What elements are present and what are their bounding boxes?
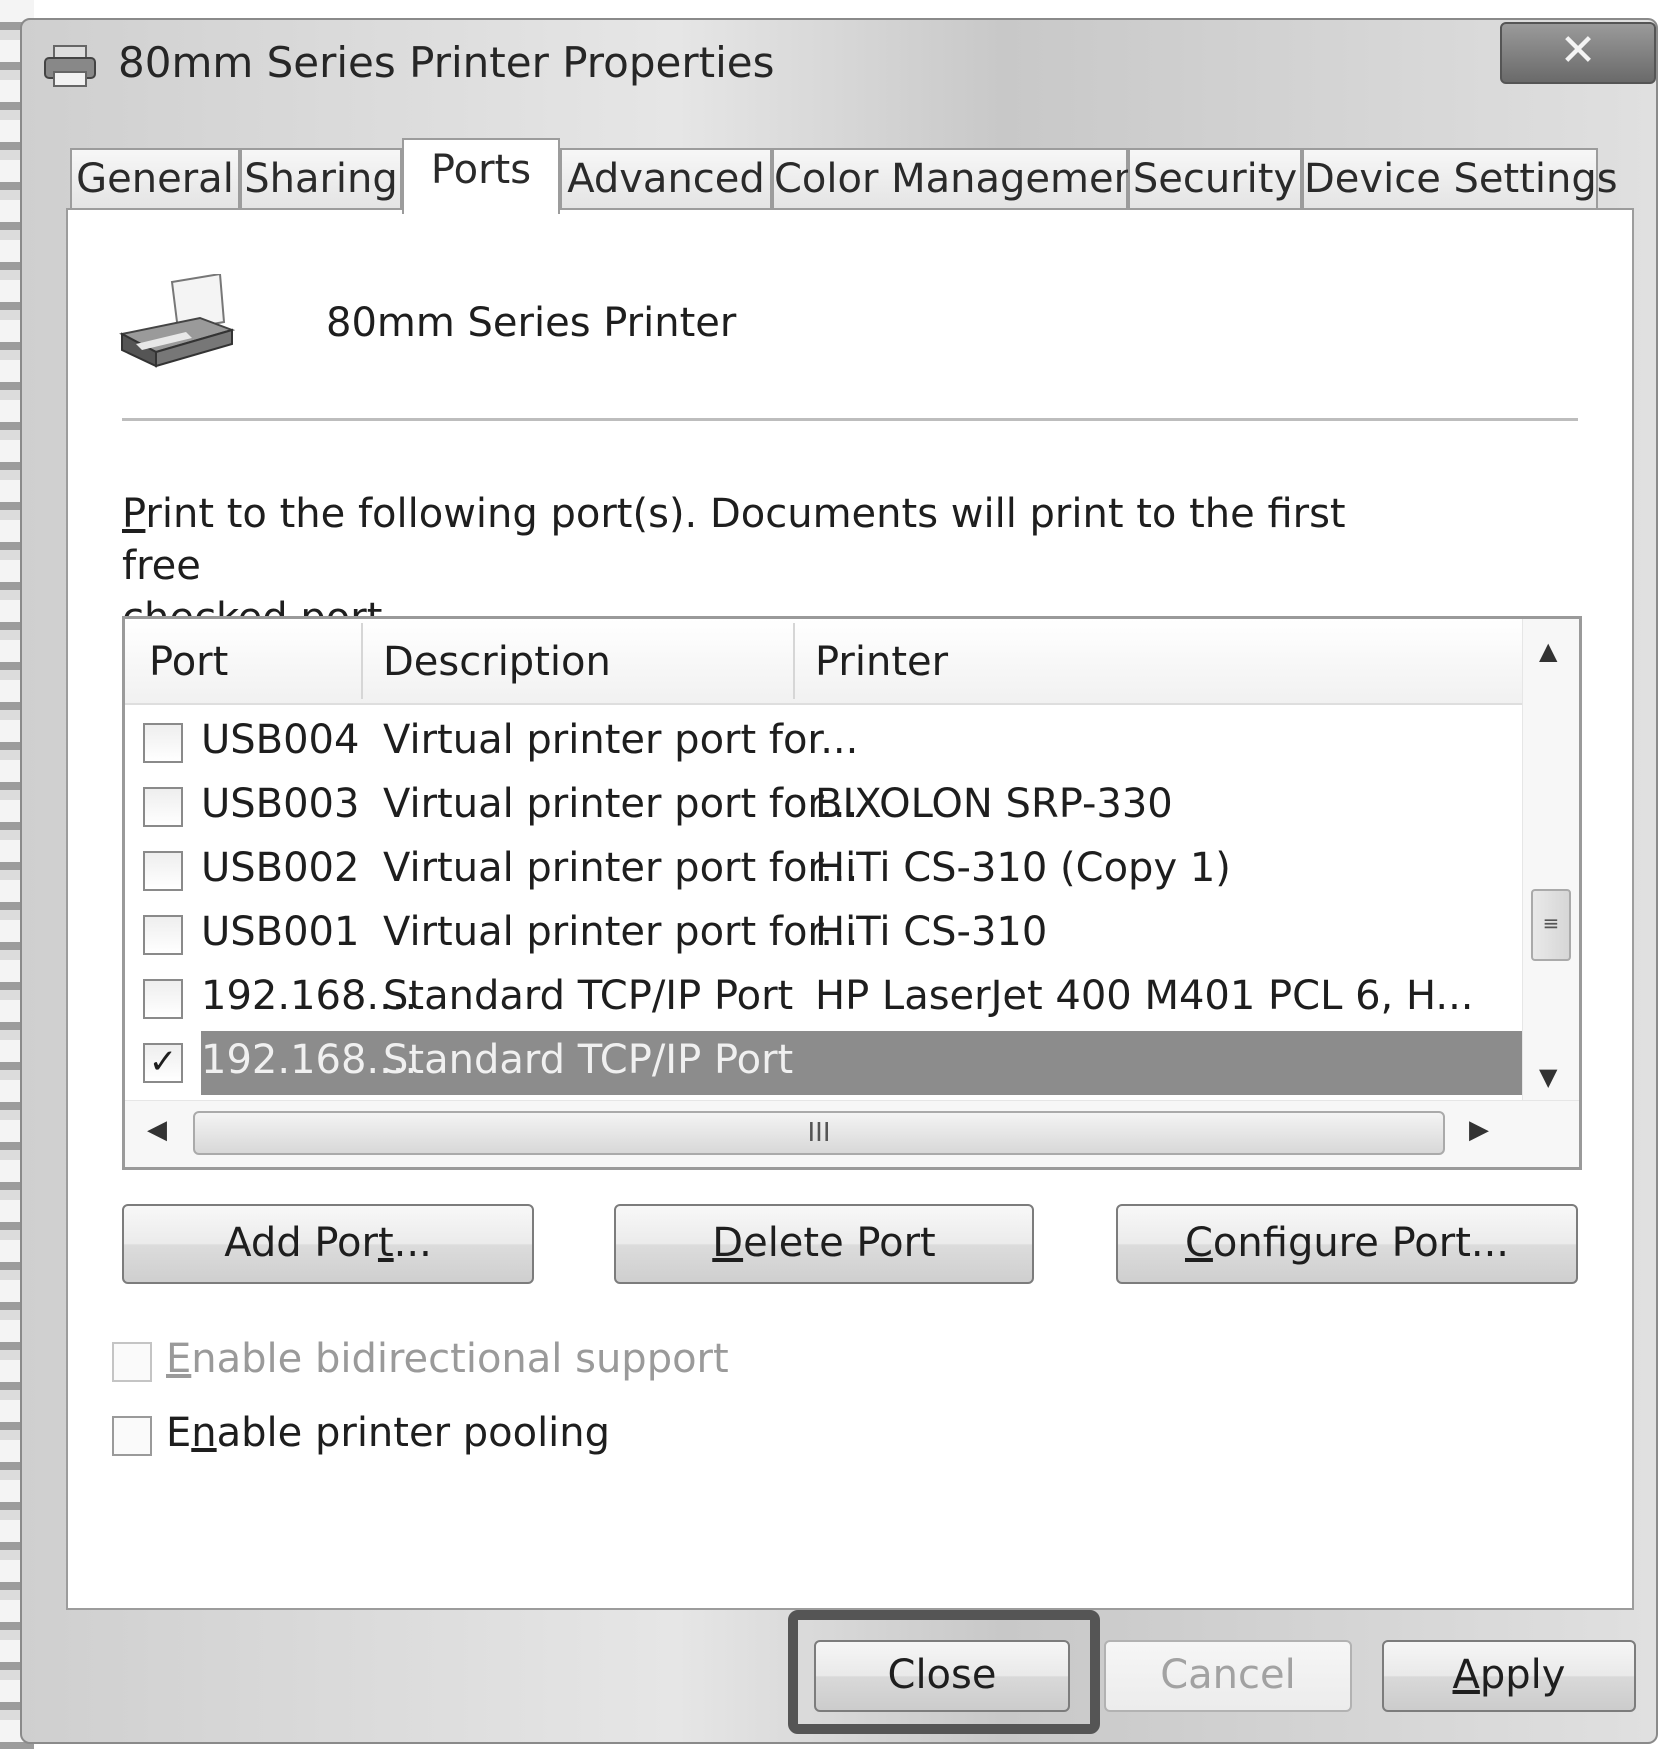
description-cell: Virtual printer port for... [383,845,859,891]
vertical-scrollbar[interactable]: ▲ ≡ ▼ [1522,619,1579,1103]
button-label: onfigure Port... [1212,1220,1510,1266]
horizontal-scrollbar[interactable]: ◀ III ▶ [125,1100,1579,1167]
column-divider[interactable] [793,623,795,699]
option-label: able printer pooling [216,1410,611,1456]
horizontal-scroll-thumb[interactable]: III [193,1111,1445,1155]
option-label: E [166,1410,192,1456]
printer-cell: BIXOLON SRP-330 [815,781,1173,827]
apply-button[interactable]: Apply [1382,1640,1636,1712]
button-label: elete Port [743,1220,936,1266]
port-cell: USB002 [201,845,360,891]
tab-sharing[interactable]: Sharing [240,148,402,208]
column-header-description[interactable]: Description [383,639,611,685]
printer-cell: HiTi CS-310 [815,909,1048,955]
button-mnemonic: t [377,1220,394,1266]
vertical-scroll-thumb[interactable]: ≡ [1531,889,1571,961]
button-label: pply [1479,1652,1566,1698]
button-mnemonic: D [712,1220,744,1266]
table-row[interactable]: USB001 Virtual printer port for... HiTi … [125,903,1525,967]
printer-pooling-checkbox[interactable] [112,1416,152,1456]
instruction-text: rint to the following port(s). Documents… [122,491,1346,589]
column-header-port[interactable]: Port [149,639,228,685]
port-checkbox[interactable] [143,851,183,891]
printer-name: 80mm Series Printer [326,300,737,346]
printer-large-icon [119,274,236,368]
port-checkbox[interactable] [143,915,183,955]
port-checkbox-checked[interactable]: ✓ [143,1043,183,1083]
tab-color-management[interactable]: Color Management [772,148,1155,208]
port-checkbox[interactable] [143,979,183,1019]
ports-list-header: Port Description Printer [125,619,1525,705]
table-row[interactable]: 192.168.... Standard TCP/IP Port HP Lase… [125,967,1525,1031]
description-cell: Virtual printer port for... [383,717,859,763]
printer-icon [44,45,96,87]
port-cell: USB003 [201,781,360,827]
button-mnemonic: A [1452,1652,1480,1698]
port-checkbox[interactable] [143,723,183,763]
tab-ports[interactable]: Ports [402,138,560,214]
button-mnemonic: C [1184,1220,1213,1266]
tab-security[interactable]: Security [1128,148,1302,208]
window-close-button[interactable]: ✕ [1500,22,1656,84]
ports-list[interactable]: Port Description Printer USB004 Virtual … [122,616,1582,1170]
configure-port-button[interactable]: Configure Port... [1116,1204,1578,1284]
tab-general[interactable]: General [70,148,240,208]
scroll-down-arrow-icon[interactable]: ▼ [1539,1063,1557,1091]
column-header-printer[interactable]: Printer [815,639,948,685]
ports-tab-panel: 80mm Series Printer Print to the followi… [66,208,1634,1610]
tab-device-settings[interactable]: Device Settings [1302,148,1618,208]
bidirectional-support-checkbox[interactable] [112,1342,152,1382]
divider [122,418,1578,421]
scroll-right-arrow-icon[interactable]: ▶ [1469,1115,1489,1145]
checkmark-icon: ✓ [148,1042,178,1082]
option-mnemonic: E [166,1336,192,1382]
instruction-mnemonic: P [122,491,146,537]
description-cell: Virtual printer port for... [383,909,859,955]
close-button-highlight [788,1610,1100,1734]
column-divider[interactable] [361,623,363,699]
add-port-button[interactable]: Add Port... [122,1204,534,1284]
port-cell: USB004 [201,717,360,763]
port-checkbox[interactable] [143,787,183,827]
table-row[interactable]: USB004 Virtual printer port for... [125,711,1525,775]
button-label: ... [393,1220,432,1266]
button-label: Add Por [224,1220,378,1266]
table-row-selected[interactable]: ✓ 192.168.... Standard TCP/IP Port [125,1031,1525,1095]
printer-cell: HP LaserJet 400 M401 PCL 6, H... [815,973,1474,1019]
option-mnemonic: n [191,1410,217,1456]
description-cell: Virtual printer port for... [383,781,859,827]
option-label: nable bidirectional support [191,1336,729,1382]
description-cell: Standard TCP/IP Port [383,1037,794,1083]
cancel-button[interactable]: Cancel [1104,1640,1352,1712]
table-row[interactable]: USB002 Virtual printer port for... HiTi … [125,839,1525,903]
table-row[interactable]: USB003 Virtual printer port for... BIXOL… [125,775,1525,839]
delete-port-button[interactable]: Delete Port [614,1204,1034,1284]
tab-advanced[interactable]: Advanced [560,148,772,208]
description-cell: Standard TCP/IP Port [383,973,794,1019]
close-icon: ✕ [1559,25,1597,76]
scroll-left-arrow-icon[interactable]: ◀ [147,1115,167,1145]
window-title: 80mm Series Printer Properties [118,38,775,87]
printer-cell: HiTi CS-310 (Copy 1) [815,845,1231,891]
scroll-up-arrow-icon[interactable]: ▲ [1539,637,1557,665]
port-cell: USB001 [201,909,360,955]
